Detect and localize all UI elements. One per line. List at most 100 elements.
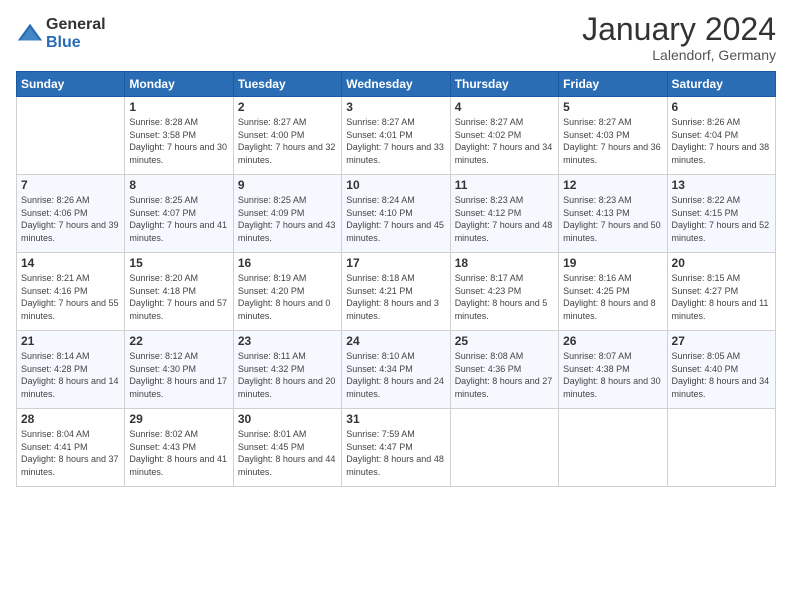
- day-info: Sunrise: 8:25 AMSunset: 4:07 PMDaylight:…: [129, 194, 228, 244]
- day-cell: 21 Sunrise: 8:14 AMSunset: 4:28 PMDayligh…: [17, 331, 125, 409]
- day-cell: 7 Sunrise: 8:26 AMSunset: 4:06 PMDaylight…: [17, 175, 125, 253]
- day-info: Sunrise: 8:04 AMSunset: 4:41 PMDaylight:…: [21, 428, 120, 478]
- col-sunday: Sunday: [17, 72, 125, 97]
- day-cell: 2 Sunrise: 8:27 AMSunset: 4:00 PMDaylight…: [233, 97, 341, 175]
- day-cell: [450, 409, 558, 487]
- day-number: 14: [21, 256, 120, 270]
- day-number: 15: [129, 256, 228, 270]
- day-info: Sunrise: 8:02 AMSunset: 4:43 PMDaylight:…: [129, 428, 228, 478]
- location-subtitle: Lalendorf, Germany: [582, 47, 776, 63]
- day-info: Sunrise: 8:20 AMSunset: 4:18 PMDaylight:…: [129, 272, 228, 322]
- day-info: Sunrise: 8:18 AMSunset: 4:21 PMDaylight:…: [346, 272, 445, 322]
- day-cell: 6 Sunrise: 8:26 AMSunset: 4:04 PMDaylight…: [667, 97, 775, 175]
- day-number: 3: [346, 100, 445, 114]
- day-cell: 5 Sunrise: 8:27 AMSunset: 4:03 PMDaylight…: [559, 97, 667, 175]
- day-number: 10: [346, 178, 445, 192]
- day-info: Sunrise: 8:22 AMSunset: 4:15 PMDaylight:…: [672, 194, 771, 244]
- day-info: Sunrise: 8:25 AMSunset: 4:09 PMDaylight:…: [238, 194, 337, 244]
- day-info: Sunrise: 8:21 AMSunset: 4:16 PMDaylight:…: [21, 272, 120, 322]
- day-info: Sunrise: 8:26 AMSunset: 4:06 PMDaylight:…: [21, 194, 120, 244]
- col-monday: Monday: [125, 72, 233, 97]
- day-cell: 9Sunrise: 8:25 AMSunset: 4:09 PMDaylight…: [233, 175, 341, 253]
- day-number: 8: [129, 178, 228, 192]
- day-number: 6: [672, 100, 771, 114]
- day-cell: 18Sunrise: 8:17 AMSunset: 4:23 PMDayligh…: [450, 253, 558, 331]
- week-row-1: 1Sunrise: 8:28 AMSunset: 3:58 PMDaylight…: [17, 97, 776, 175]
- day-cell: 10 Sunrise: 8:24 AMSunset: 4:10 PMDayligh…: [342, 175, 450, 253]
- logo-general-text: General: [46, 16, 106, 34]
- col-thursday: Thursday: [450, 72, 558, 97]
- day-cell: 17 Sunrise: 8:18 AMSunset: 4:21 PMDayligh…: [342, 253, 450, 331]
- day-info: Sunrise: 8:07 AMSunset: 4:38 PMDaylight:…: [563, 350, 662, 400]
- day-cell: 15 Sunrise: 8:20 AMSunset: 4:18 PMDayligh…: [125, 253, 233, 331]
- day-info: Sunrise: 8:27 AMSunset: 4:03 PMDaylight:…: [563, 116, 662, 166]
- day-number: 22: [129, 334, 228, 348]
- logo-blue-text: Blue: [46, 34, 106, 52]
- day-cell: 3Sunrise: 8:27 AMSunset: 4:01 PMDaylight…: [342, 97, 450, 175]
- logo-icon: [16, 20, 44, 48]
- day-info: Sunrise: 8:17 AMSunset: 4:23 PMDaylight:…: [455, 272, 554, 322]
- day-cell: 19Sunrise: 8:16 AMSunset: 4:25 PMDayligh…: [559, 253, 667, 331]
- day-number: 25: [455, 334, 554, 348]
- day-number: 31: [346, 412, 445, 426]
- day-info: Sunrise: 8:23 AMSunset: 4:13 PMDaylight:…: [563, 194, 662, 244]
- calendar-table: Sunday Monday Tuesday Wednesday Thursday…: [16, 71, 776, 487]
- day-info: Sunrise: 7:59 AMSunset: 4:47 PMDaylight:…: [346, 428, 445, 478]
- day-cell: 23Sunrise: 8:11 AMSunset: 4:32 PMDayligh…: [233, 331, 341, 409]
- day-number: 12: [563, 178, 662, 192]
- day-info: Sunrise: 8:27 AMSunset: 4:00 PMDaylight:…: [238, 116, 337, 166]
- day-cell: [667, 409, 775, 487]
- page: General Blue January 2024 Lalendorf, Ger…: [0, 0, 792, 612]
- day-number: 4: [455, 100, 554, 114]
- week-row-4: 21 Sunrise: 8:14 AMSunset: 4:28 PMDayligh…: [17, 331, 776, 409]
- day-cell: 24Sunrise: 8:10 AMSunset: 4:34 PMDayligh…: [342, 331, 450, 409]
- week-row-5: 28 Sunrise: 8:04 AMSunset: 4:41 PMDayligh…: [17, 409, 776, 487]
- day-info: Sunrise: 8:24 AMSunset: 4:10 PMDaylight:…: [346, 194, 445, 244]
- day-cell: 29 Sunrise: 8:02 AMSunset: 4:43 PMDayligh…: [125, 409, 233, 487]
- logo: General Blue: [16, 16, 106, 51]
- day-info: Sunrise: 8:10 AMSunset: 4:34 PMDaylight:…: [346, 350, 445, 400]
- day-number: 28: [21, 412, 120, 426]
- day-info: Sunrise: 8:01 AMSunset: 4:45 PMDaylight:…: [238, 428, 337, 478]
- col-saturday: Saturday: [667, 72, 775, 97]
- day-cell: 13 Sunrise: 8:22 AMSunset: 4:15 PMDayligh…: [667, 175, 775, 253]
- day-info: Sunrise: 8:14 AMSunset: 4:28 PMDaylight:…: [21, 350, 120, 400]
- month-title: January 2024: [582, 12, 776, 47]
- day-info: Sunrise: 8:15 AMSunset: 4:27 PMDaylight:…: [672, 272, 771, 322]
- day-number: 16: [238, 256, 337, 270]
- day-number: 13: [672, 178, 771, 192]
- day-cell: 25 Sunrise: 8:08 AMSunset: 4:36 PMDayligh…: [450, 331, 558, 409]
- day-number: 7: [21, 178, 120, 192]
- col-friday: Friday: [559, 72, 667, 97]
- day-info: Sunrise: 8:05 AMSunset: 4:40 PMDaylight:…: [672, 350, 771, 400]
- day-number: 2: [238, 100, 337, 114]
- day-info: Sunrise: 8:27 AMSunset: 4:02 PMDaylight:…: [455, 116, 554, 166]
- day-info: Sunrise: 8:08 AMSunset: 4:36 PMDaylight:…: [455, 350, 554, 400]
- day-cell: 14 Sunrise: 8:21 AMSunset: 4:16 PMDayligh…: [17, 253, 125, 331]
- day-cell: 16 Sunrise: 8:19 AMSunset: 4:20 PMDayligh…: [233, 253, 341, 331]
- header: General Blue January 2024 Lalendorf, Ger…: [16, 12, 776, 63]
- day-number: 27: [672, 334, 771, 348]
- day-cell: 8 Sunrise: 8:25 AMSunset: 4:07 PMDaylight…: [125, 175, 233, 253]
- day-cell: 26Sunrise: 8:07 AMSunset: 4:38 PMDayligh…: [559, 331, 667, 409]
- day-info: Sunrise: 8:11 AMSunset: 4:32 PMDaylight:…: [238, 350, 337, 400]
- day-number: 5: [563, 100, 662, 114]
- day-cell: [17, 97, 125, 175]
- col-wednesday: Wednesday: [342, 72, 450, 97]
- day-number: 30: [238, 412, 337, 426]
- col-tuesday: Tuesday: [233, 72, 341, 97]
- day-cell: 31 Sunrise: 7:59 AMSunset: 4:47 PMDayligh…: [342, 409, 450, 487]
- day-info: Sunrise: 8:19 AMSunset: 4:20 PMDaylight:…: [238, 272, 337, 322]
- day-cell: 20Sunrise: 8:15 AMSunset: 4:27 PMDayligh…: [667, 253, 775, 331]
- title-block: January 2024 Lalendorf, Germany: [582, 12, 776, 63]
- day-number: 29: [129, 412, 228, 426]
- week-row-2: 7 Sunrise: 8:26 AMSunset: 4:06 PMDaylight…: [17, 175, 776, 253]
- day-cell: [559, 409, 667, 487]
- day-cell: 4 Sunrise: 8:27 AMSunset: 4:02 PMDaylight…: [450, 97, 558, 175]
- day-info: Sunrise: 8:26 AMSunset: 4:04 PMDaylight:…: [672, 116, 771, 166]
- day-number: 21: [21, 334, 120, 348]
- day-cell: 1Sunrise: 8:28 AMSunset: 3:58 PMDaylight…: [125, 97, 233, 175]
- day-number: 17: [346, 256, 445, 270]
- day-info: Sunrise: 8:16 AMSunset: 4:25 PMDaylight:…: [563, 272, 662, 322]
- week-row-3: 14 Sunrise: 8:21 AMSunset: 4:16 PMDayligh…: [17, 253, 776, 331]
